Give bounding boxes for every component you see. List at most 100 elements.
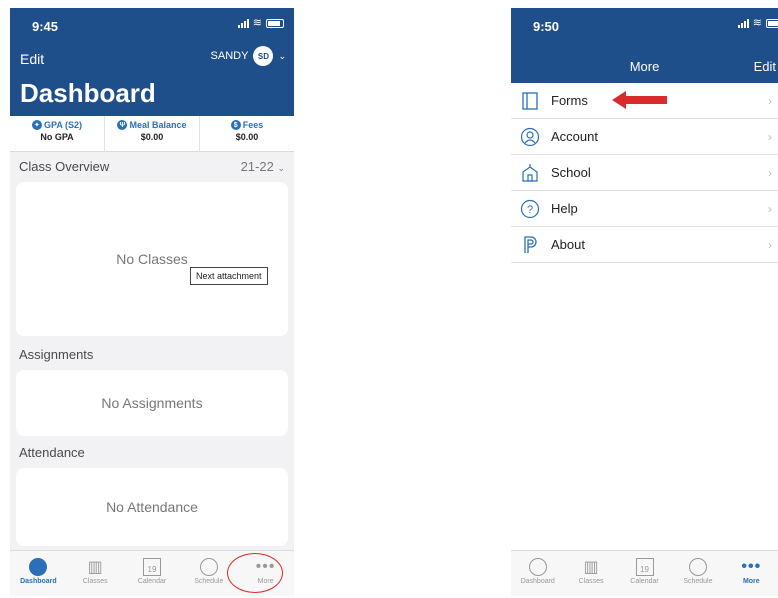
tab-label: Dashboard <box>20 578 57 585</box>
forms-icon <box>519 90 541 112</box>
battery-icon <box>266 18 284 28</box>
class-overview-title: Class Overview <box>19 158 110 174</box>
class-overview-header: Class Overview 21-22 ⌄ <box>10 152 294 180</box>
tooltip: Next attachment <box>190 267 268 285</box>
graduation-icon: ✦ <box>31 120 42 130</box>
classes-icon: ▥ <box>87 559 103 576</box>
clock-icon <box>688 558 707 576</box>
more-header: 9:50 ≋ More Edit <box>511 8 778 83</box>
chevron-right-icon: › <box>768 201 772 216</box>
tab-label: Calendar <box>137 578 167 585</box>
term-label: 21-22 <box>240 158 274 174</box>
menu-item-account[interactable]: Account › <box>511 119 778 155</box>
fees-value: $0.00 <box>235 132 259 142</box>
wifi-icon: ≋ <box>752 17 762 29</box>
dashboard-icon <box>29 558 48 576</box>
battery-icon <box>766 18 778 28</box>
tab-calendar[interactable]: 19 Calendar <box>618 551 671 596</box>
tab-calendar[interactable]: 19 Calendar <box>124 551 181 596</box>
chevron-right-icon: › <box>768 93 772 108</box>
no-classes-text: No Classes <box>116 251 188 267</box>
term-selector[interactable]: 21-22 ⌄ <box>241 159 285 174</box>
tab-label: Classes <box>82 578 108 585</box>
tab-classes[interactable]: ▥ Classes <box>564 551 617 596</box>
tab-label: More <box>742 578 760 585</box>
gpa-summary[interactable]: ✦ GPA (S2) No GPA <box>10 116 105 151</box>
dollar-icon: $ <box>230 120 241 130</box>
dashboard-header: 9:45 ≋ Edit SANDY SD ⌄ Dashboard <box>10 8 294 116</box>
svg-text:?: ? <box>527 204 533 216</box>
edit-button[interactable]: Edit <box>754 59 776 74</box>
clock-icon <box>199 558 218 576</box>
red-arrow-annotation <box>612 91 667 109</box>
summary-bar: ✦ GPA (S2) No GPA Ψ Meal Balance $0.00 $ Fe… <box>10 116 294 152</box>
avatar: SD <box>253 46 274 66</box>
menu-item-school[interactable]: School › <box>511 155 778 191</box>
chevron-right-icon: › <box>768 237 772 252</box>
chevron-down-icon: ⌄ <box>277 162 285 173</box>
tab-label: Dashboard <box>520 578 555 585</box>
status-icons: ≋ <box>237 17 284 29</box>
status-time: 9:50 <box>533 19 560 34</box>
tab-schedule[interactable]: Schedule <box>671 551 724 596</box>
chevron-right-icon: › <box>768 165 772 180</box>
attendance-header: Attendance <box>10 436 294 468</box>
menu-item-help[interactable]: ? Help › <box>511 191 778 227</box>
gpa-value: No GPA <box>40 132 74 142</box>
tab-label: Calendar <box>630 578 659 585</box>
status-time: 9:45 <box>32 19 59 34</box>
gpa-label: GPA (S2) <box>43 120 82 130</box>
more-icon: ••• <box>741 558 762 575</box>
help-icon: ? <box>519 198 541 220</box>
menu-item-label: Help <box>551 201 578 216</box>
wifi-icon: ≋ <box>252 17 262 29</box>
meal-balance-summary[interactable]: Ψ Meal Balance $0.00 <box>105 116 200 151</box>
tab-label: Schedule <box>194 578 224 585</box>
calendar-icon: 19 <box>142 558 161 576</box>
meal-balance-value: $0.00 <box>140 132 164 142</box>
menu-item-label: About <box>551 237 585 252</box>
page-title: More <box>629 59 660 74</box>
signal-icon <box>737 18 749 28</box>
menu-item-label: Account <box>551 129 598 144</box>
classes-icon: ▥ <box>583 559 599 576</box>
menu-item-label: School <box>551 165 591 180</box>
menu-item-label: Forms <box>551 93 588 108</box>
tab-dashboard[interactable]: Dashboard <box>511 551 564 596</box>
no-assignments-text: No Assignments <box>101 395 203 411</box>
no-attendance-text: No Attendance <box>106 499 198 515</box>
tab-label: Schedule <box>683 578 713 585</box>
chevron-down-icon: ⌄ <box>278 50 286 61</box>
attendance-title: Attendance <box>19 444 85 460</box>
fees-summary[interactable]: $ Fees $0.00 <box>200 116 294 151</box>
user-name: SANDY <box>210 50 249 62</box>
dashboard-icon <box>528 558 547 576</box>
attendance-card: No Attendance <box>16 468 288 546</box>
account-icon <box>519 126 541 148</box>
edit-button[interactable]: Edit <box>20 51 44 67</box>
tab-more[interactable]: ••• More <box>725 551 778 596</box>
assignments-title: Assignments <box>19 346 94 362</box>
classes-card: No Classes <box>16 182 288 336</box>
signal-icon <box>237 18 249 28</box>
assignments-header: Assignments <box>10 338 294 370</box>
tab-label: Classes <box>578 578 604 585</box>
more-tab-highlight-circle <box>227 553 283 593</box>
school-icon <box>519 162 541 184</box>
page-title: Dashboard <box>20 78 156 108</box>
calendar-icon: 19 <box>635 558 654 576</box>
menu-item-about[interactable]: About › <box>511 227 778 263</box>
dashboard-screen: 9:45 ≋ Edit SANDY SD ⌄ Dashboard ✦ GPA (S… <box>10 8 294 596</box>
tab-dashboard[interactable]: Dashboard <box>10 551 67 596</box>
chevron-right-icon: › <box>768 129 772 144</box>
meal-balance-label: Meal Balance <box>129 120 187 130</box>
tab-bar: Dashboard ▥ Classes 19 Calendar Schedule… <box>511 550 778 596</box>
assignments-card: No Assignments <box>16 370 288 436</box>
about-icon <box>519 234 541 256</box>
tab-classes[interactable]: ▥ Classes <box>67 551 124 596</box>
more-screen: 9:50 ≋ More Edit Forms › Account › Schoo… <box>511 8 778 596</box>
utensils-icon: Ψ <box>117 120 128 130</box>
fees-label: Fees <box>242 120 264 130</box>
status-icons: ≋ <box>737 17 778 29</box>
user-switcher[interactable]: SANDY SD ⌄ <box>211 46 286 66</box>
